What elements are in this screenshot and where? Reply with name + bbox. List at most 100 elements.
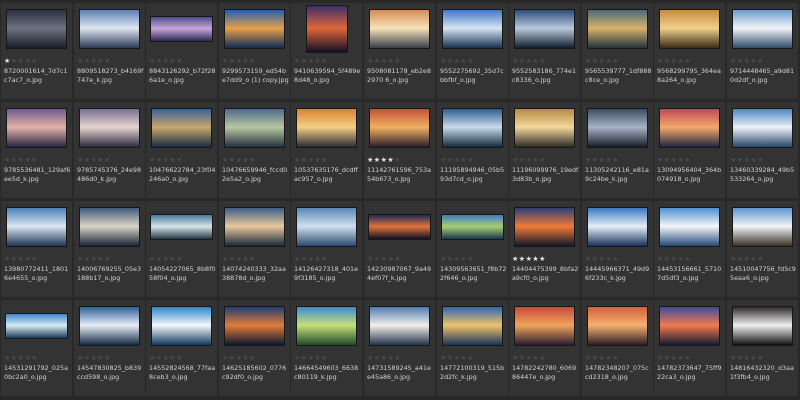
- star-icon[interactable]: ★: [149, 156, 156, 164]
- rating-stars[interactable]: ★★★★★: [294, 57, 328, 66]
- star-icon[interactable]: ★: [176, 354, 183, 362]
- thumbnail-image[interactable]: [443, 109, 502, 147]
- star-icon[interactable]: ★: [519, 57, 526, 65]
- thumbnail-image[interactable]: [588, 109, 647, 147]
- star-icon[interactable]: ★: [512, 354, 519, 362]
- star-icon[interactable]: ★: [77, 57, 84, 65]
- rating-stars[interactable]: ★★★★★: [367, 354, 401, 363]
- star-icon[interactable]: ★: [4, 255, 11, 263]
- star-icon[interactable]: ★: [104, 156, 111, 164]
- rating-stars[interactable]: ★★★★★: [585, 255, 619, 264]
- thumbnail-image[interactable]: [660, 109, 719, 147]
- rating-stars[interactable]: ★★★★★: [367, 57, 401, 66]
- rating-stars[interactable]: ★★★★★: [512, 57, 546, 66]
- thumbnail-image[interactable]: [733, 208, 792, 246]
- star-icon[interactable]: ★: [367, 57, 374, 65]
- star-icon[interactable]: ★: [149, 354, 156, 362]
- star-icon[interactable]: ★: [757, 57, 764, 65]
- star-icon[interactable]: ★: [367, 255, 374, 263]
- star-icon[interactable]: ★: [467, 57, 474, 65]
- star-icon[interactable]: ★: [519, 156, 526, 164]
- star-icon[interactable]: ★: [229, 57, 236, 65]
- thumbnail-image[interactable]: [225, 208, 284, 246]
- star-icon[interactable]: ★: [539, 156, 546, 164]
- rating-stars[interactable]: ★★★★★: [149, 354, 183, 363]
- rating-stars[interactable]: ★★★★★: [222, 57, 256, 66]
- star-icon[interactable]: ★: [467, 156, 474, 164]
- rating-stars[interactable]: ★★★★★: [657, 57, 691, 66]
- thumbnail-image[interactable]: [225, 10, 284, 48]
- thumbnail-item[interactable]: ★★★★★ 14782348207_075ccd2318_o.jpg: [582, 300, 653, 396]
- star-icon[interactable]: ★: [657, 255, 664, 263]
- star-icon[interactable]: ★: [77, 156, 84, 164]
- rating-stars[interactable]: ★★★★★: [440, 57, 474, 66]
- rating-stars[interactable]: ★★★★★: [77, 156, 111, 165]
- star-icon[interactable]: ★: [394, 354, 401, 362]
- star-icon[interactable]: ★: [585, 57, 592, 65]
- rating-stars[interactable]: ★★★★★: [585, 156, 619, 165]
- thumbnail-image[interactable]: [225, 307, 284, 345]
- star-icon[interactable]: ★: [684, 156, 691, 164]
- thumbnail-image[interactable]: [7, 109, 66, 147]
- star-icon[interactable]: ★: [730, 255, 737, 263]
- rating-stars[interactable]: ★★★★★: [222, 156, 256, 165]
- star-icon[interactable]: ★: [664, 255, 671, 263]
- star-icon[interactable]: ★: [512, 255, 519, 263]
- rating-stars[interactable]: ★★★★★: [294, 255, 328, 264]
- thumbnail-image[interactable]: [80, 307, 139, 345]
- thumbnail-item[interactable]: ★★★★★ 11195894946_05b593d7cd_o.jpg: [437, 102, 508, 198]
- star-icon[interactable]: ★: [249, 156, 256, 164]
- star-icon[interactable]: ★: [684, 57, 691, 65]
- thumbnail-item[interactable]: ★★★★★ 14625185602_0776c92df0_o.jpg: [219, 300, 290, 396]
- rating-stars[interactable]: ★★★★★: [440, 255, 474, 264]
- thumbnail-item[interactable]: ★★★★★ 9565539777_1df888c8ce_o.jpg: [582, 3, 653, 99]
- star-icon[interactable]: ★: [757, 255, 764, 263]
- thumbnail-image[interactable]: [733, 307, 792, 345]
- rating-stars[interactable]: ★★★★★: [730, 57, 764, 66]
- star-icon[interactable]: ★: [11, 57, 18, 65]
- star-icon[interactable]: ★: [664, 354, 671, 362]
- star-icon[interactable]: ★: [737, 156, 744, 164]
- thumbnail-item[interactable]: ★★★★★ 10537635176_dcdffac957_o.jpg: [291, 102, 362, 198]
- thumbnail-item[interactable]: ★★★★★ 9552275692_35d7cbbfbf_o.jpg: [437, 3, 508, 99]
- thumbnail-image[interactable]: [733, 10, 792, 48]
- star-icon[interactable]: ★: [294, 354, 301, 362]
- star-icon[interactable]: ★: [440, 57, 447, 65]
- star-icon[interactable]: ★: [156, 156, 163, 164]
- star-icon[interactable]: ★: [592, 156, 599, 164]
- rating-stars[interactable]: ★★★★★: [440, 156, 474, 165]
- rating-stars[interactable]: ★★★★★: [4, 156, 38, 165]
- star-icon[interactable]: ★: [31, 255, 38, 263]
- star-icon[interactable]: ★: [585, 156, 592, 164]
- star-icon[interactable]: ★: [249, 255, 256, 263]
- thumbnail-item[interactable]: ★★★★★ 13980772411_18016e4655_o.jpg: [1, 201, 72, 297]
- thumbnail-item[interactable]: ★★★★★ 13094956404_364b074918_o.jpg: [654, 102, 725, 198]
- star-icon[interactable]: ★: [84, 156, 91, 164]
- thumbnail-item[interactable]: ★★★★★ 14054227065_8b8f058f04_o.jpg: [146, 201, 217, 297]
- thumbnail-image[interactable]: [660, 208, 719, 246]
- star-icon[interactable]: ★: [104, 255, 111, 263]
- star-icon[interactable]: ★: [229, 354, 236, 362]
- thumbnail-image[interactable]: [225, 109, 284, 147]
- rating-stars[interactable]: ★★★★★: [730, 255, 764, 264]
- thumbnail-item[interactable]: ★★★★★ 9568299795_364ea8a264_o.jpg: [654, 3, 725, 99]
- thumbnail-item[interactable]: ★★★★★ 14006769255_05e3188b17_o.jpg: [74, 201, 145, 297]
- thumbnail-image[interactable]: [151, 215, 212, 239]
- star-icon[interactable]: ★: [394, 255, 401, 263]
- star-icon[interactable]: ★: [539, 57, 546, 65]
- thumbnail-item[interactable]: ★★★★★ 14552824568_77faa8ceb3_o.jpg: [146, 300, 217, 396]
- star-icon[interactable]: ★: [585, 354, 592, 362]
- thumbnail-image[interactable]: [297, 109, 356, 147]
- star-icon[interactable]: ★: [592, 255, 599, 263]
- thumbnail-image[interactable]: [306, 6, 347, 52]
- star-icon[interactable]: ★: [367, 156, 374, 164]
- thumbnail-item[interactable]: ★★★★★ 9508081178_eb2e82970 6_o.jpg: [364, 3, 435, 99]
- star-icon[interactable]: ★: [4, 57, 11, 65]
- star-icon[interactable]: ★: [321, 57, 328, 65]
- thumbnail-image[interactable]: [515, 10, 574, 48]
- rating-stars[interactable]: ★★★★★: [4, 57, 38, 66]
- star-icon[interactable]: ★: [440, 255, 447, 263]
- star-icon[interactable]: ★: [301, 354, 308, 362]
- star-icon[interactable]: ★: [294, 57, 301, 65]
- thumbnail-image[interactable]: [297, 208, 356, 246]
